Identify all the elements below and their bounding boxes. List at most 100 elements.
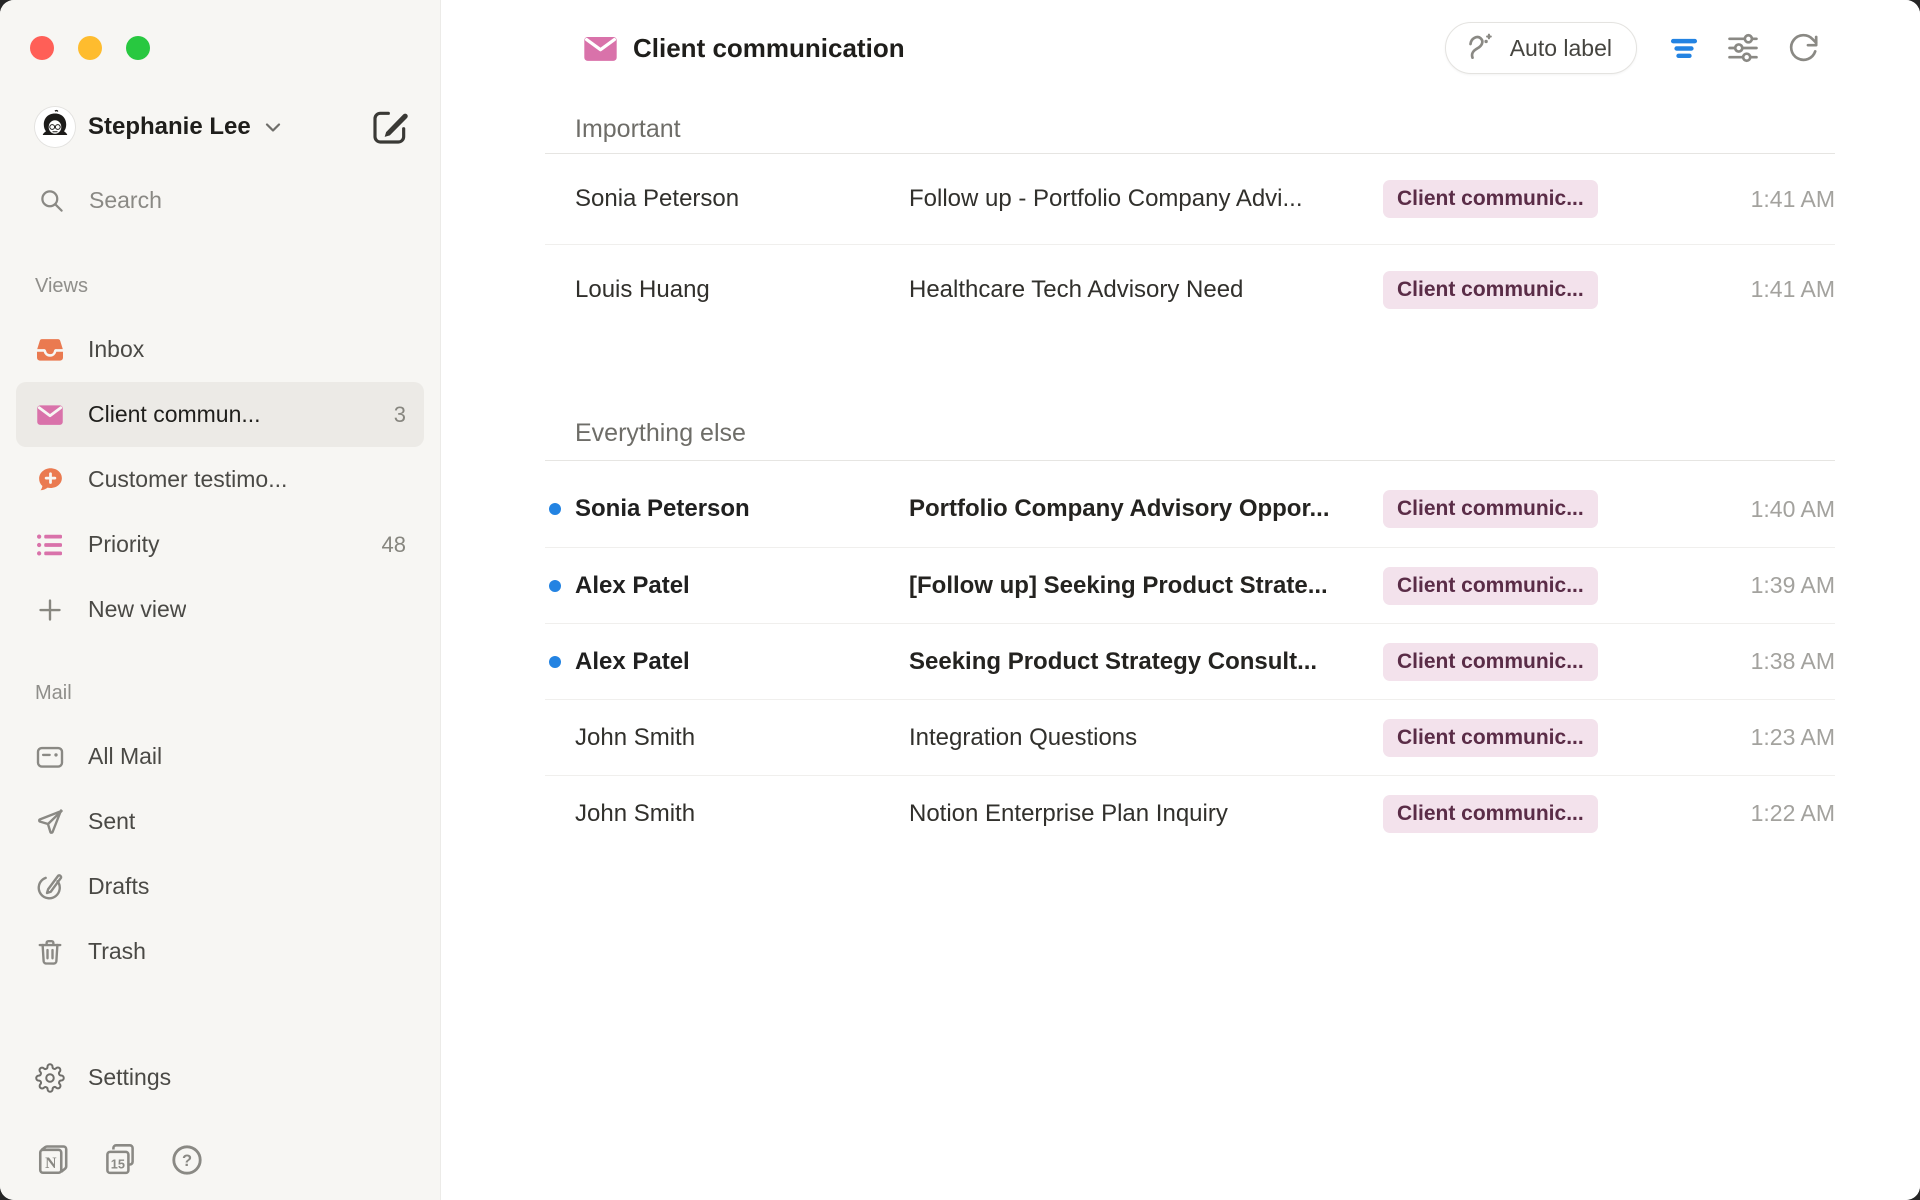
svg-text:N: N — [45, 1155, 57, 1172]
label-badge[interactable]: Client communic... — [1383, 719, 1598, 757]
email-time: 1:41 AM — [1705, 276, 1835, 303]
sliders-icon[interactable] — [1726, 31, 1760, 65]
email-subject: Seeking Product Strategy Consult... — [909, 648, 1383, 676]
email-sender: Sonia Peterson — [575, 185, 909, 213]
email-row[interactable]: Alex Patel[Follow up] Seeking Product St… — [545, 547, 1835, 623]
filter-icon[interactable] — [1667, 31, 1701, 65]
email-subject: Integration Questions — [909, 724, 1383, 752]
mail-icon — [35, 400, 65, 430]
email-subject: [Follow up] Seeking Product Strate... — [909, 572, 1383, 600]
email-subject: Healthcare Tech Advisory Need — [909, 276, 1383, 304]
email-row[interactable]: Alex PatelSeeking Product Strategy Consu… — [545, 623, 1835, 699]
email-row[interactable]: Sonia PetersonFollow up - Portfolio Comp… — [545, 154, 1835, 244]
compose-icon[interactable] — [370, 107, 410, 147]
email-row[interactable]: Sonia PetersonPortfolio Company Advisory… — [545, 471, 1835, 547]
mail-label-icon — [582, 30, 619, 67]
sidebar-item-settings[interactable]: Settings — [16, 1045, 424, 1110]
sidebar-item-customer-testimo[interactable]: Customer testimo... — [16, 447, 424, 512]
email-time: 1:41 AM — [1705, 186, 1835, 213]
section-divider — [545, 460, 1835, 461]
label-badge[interactable]: Client communic... — [1383, 795, 1598, 833]
sidebar-item-label: Inbox — [88, 336, 144, 363]
zoom-button[interactable] — [126, 36, 150, 60]
search-icon — [38, 187, 65, 214]
sidebar-item-label: All Mail — [88, 743, 162, 770]
unread-dot — [549, 656, 561, 668]
section-heading: Everything else — [575, 418, 1835, 448]
sidebar-item-label: Client commun... — [88, 401, 261, 428]
unread-dot — [549, 580, 561, 592]
sidebar-item-client-commun[interactable]: Client commun... 3 — [16, 382, 424, 447]
profile-row[interactable]: Stephanie Lee — [35, 107, 424, 147]
sidebar-item-drafts[interactable]: Drafts — [16, 854, 424, 919]
auto-label-button[interactable]: Auto label — [1445, 22, 1637, 74]
email-section-important: Important Sonia PetersonFollow up - Portf… — [545, 114, 1835, 334]
label-badge[interactable]: Client communic... — [1383, 567, 1598, 605]
sidebar-item-sent[interactable]: Sent — [16, 789, 424, 854]
sidebar-item-label: Priority — [88, 531, 160, 558]
views-items: Inbox Client commun... 3 Customer testimo..… — [16, 317, 424, 642]
sidebar-footer: N 15 ? — [35, 1140, 410, 1180]
main-content: Client communication Auto label — [441, 0, 1920, 1200]
label-badge[interactable]: Client communic... — [1383, 271, 1598, 309]
email-sender: John Smith — [575, 800, 909, 828]
email-subject: Follow up - Portfolio Company Advi... — [909, 185, 1383, 213]
email-sender: Louis Huang — [575, 276, 909, 304]
label-badge[interactable]: Client communic... — [1383, 490, 1598, 528]
sidebar-item-new-view[interactable]: New view — [16, 577, 424, 642]
sidebar-item-label: Settings — [88, 1064, 171, 1091]
email-time: 1:38 AM — [1705, 648, 1835, 675]
close-button[interactable] — [30, 36, 54, 60]
email-section-everything-else: Everything else Sonia PetersonPortfolio C… — [545, 418, 1835, 851]
chat-plus-icon — [35, 465, 65, 495]
app-window: Stephanie Lee Search Views Inbox Client c… — [0, 0, 1920, 1200]
auto-label-text: Auto label — [1510, 35, 1612, 62]
email-sender: Alex Patel — [575, 648, 909, 676]
section-label-mail: Mail — [35, 682, 424, 706]
mail-items: All Mail Sent Drafts Trash — [16, 724, 424, 984]
sidebar: Stephanie Lee Search Views Inbox Client c… — [0, 0, 441, 1200]
minimize-button[interactable] — [78, 36, 102, 60]
email-row[interactable]: John SmithNotion Enterprise Plan Inquiry… — [545, 775, 1835, 851]
refresh-icon[interactable] — [1786, 31, 1820, 65]
avatar — [35, 107, 75, 147]
search-button[interactable]: Search — [35, 179, 424, 221]
email-row[interactable]: John SmithIntegration QuestionsClient co… — [545, 699, 1835, 775]
sidebar-item-all-mail[interactable]: All Mail — [16, 724, 424, 789]
plus-icon — [35, 595, 65, 625]
help-icon[interactable]: ? — [169, 1142, 205, 1178]
email-time: 1:22 AM — [1705, 800, 1835, 827]
email-sender: Alex Patel — [575, 572, 909, 600]
email-time: 1:39 AM — [1705, 572, 1835, 599]
sidebar-item-label: Sent — [88, 808, 135, 835]
label-badge[interactable]: Client communic... — [1383, 180, 1598, 218]
email-sender: John Smith — [575, 724, 909, 752]
list-icon — [35, 530, 65, 560]
section-label-views: Views — [35, 275, 424, 299]
sidebar-item-trash[interactable]: Trash — [16, 919, 424, 984]
calendar-icon[interactable]: 15 — [102, 1142, 138, 1178]
email-subject: Notion Enterprise Plan Inquiry — [909, 800, 1383, 828]
email-sender: Sonia Peterson — [575, 495, 909, 523]
svg-text:15: 15 — [111, 1156, 125, 1171]
user-name: Stephanie Lee — [88, 113, 251, 141]
unread-dot — [549, 503, 561, 515]
label-badge[interactable]: Client communic... — [1383, 643, 1598, 681]
section-heading: Important — [575, 114, 1835, 144]
email-list: ImportantSonia PetersonFollow up - Portf… — [545, 114, 1835, 851]
sidebar-item-label: Drafts — [88, 873, 149, 900]
page-title: Client communication — [633, 33, 905, 64]
sidebar-item-priority[interactable]: Priority 48 — [16, 512, 424, 577]
auto-label-sparkle-icon — [1464, 31, 1498, 65]
unread-count: 3 — [394, 402, 406, 428]
sidebar-item-inbox[interactable]: Inbox — [16, 317, 424, 382]
email-subject: Portfolio Company Advisory Oppor... — [909, 495, 1383, 523]
inbox-icon — [35, 335, 65, 365]
envelope-card-icon — [35, 742, 65, 772]
unread-count: 48 — [382, 532, 406, 558]
svg-text:?: ? — [182, 1152, 192, 1170]
email-row[interactable]: Louis HuangHealthcare Tech Advisory Need… — [545, 244, 1835, 334]
draft-icon — [35, 872, 65, 902]
notion-logo-icon[interactable]: N — [35, 1142, 71, 1178]
chevron-down-icon[interactable] — [261, 115, 285, 139]
